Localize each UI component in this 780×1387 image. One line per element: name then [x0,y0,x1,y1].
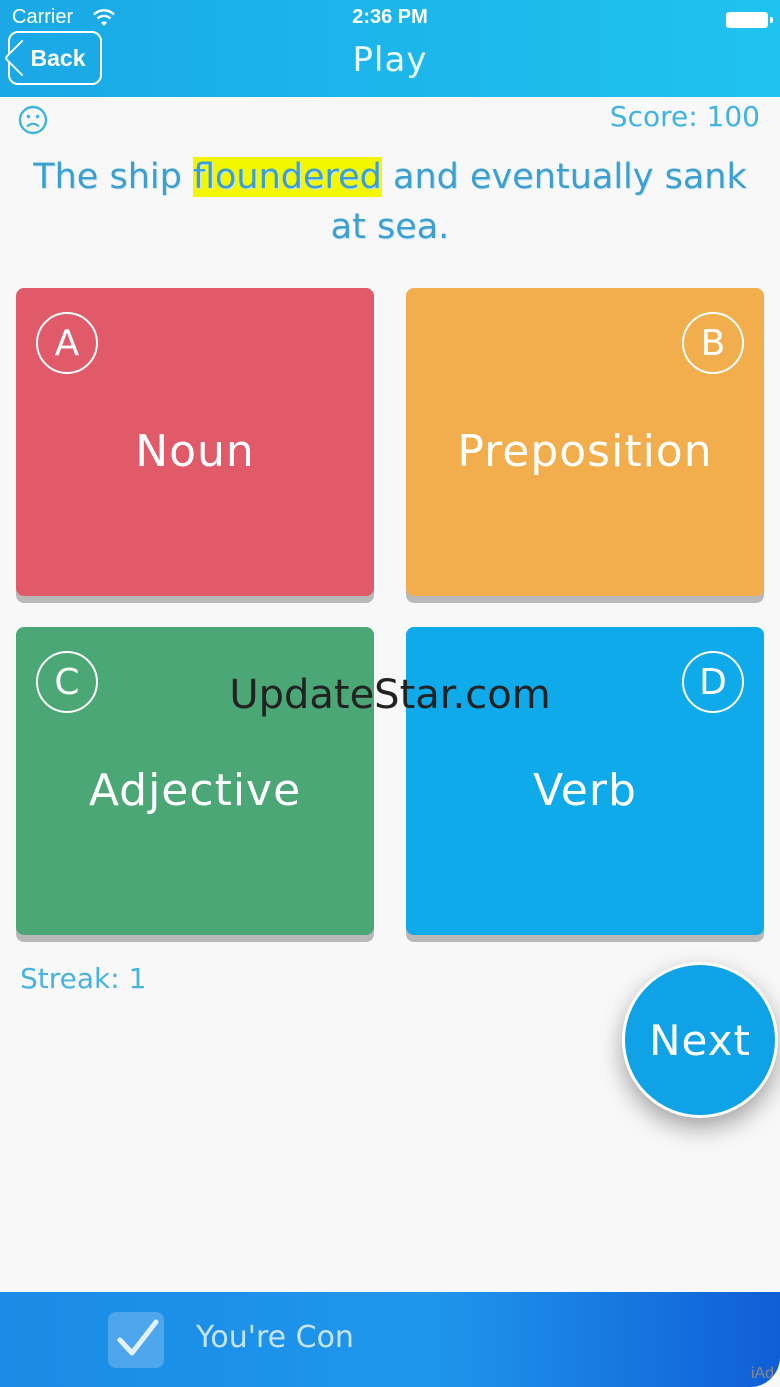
ad-banner[interactable]: You're Con iAd [0,1292,780,1387]
checkmark-icon [108,1312,164,1368]
option-word: Adjective [88,765,302,816]
navigation-bar: Carrier 2:36 PM Back Play [0,0,780,97]
battery-icon [726,12,773,28]
page-title: Play [352,40,428,80]
option-word: Preposition [457,426,713,477]
option-word: Verb [533,765,637,816]
watermark: UpdateStar.com [229,672,551,718]
score-label: Score: 100 [609,100,760,133]
question-sentence: The ship floundered and eventually sank … [20,152,760,252]
answer-option-b[interactable]: B Preposition [406,288,764,596]
answer-option-a[interactable]: A Noun [16,288,374,596]
next-button[interactable]: Next [622,962,778,1118]
sentence-start: The ship [33,157,193,197]
option-word: Noun [135,426,255,477]
sentence-end: and eventually sank at sea. [330,157,747,247]
clock: 2:36 PM [352,6,428,28]
streak-label: Streak: 1 [20,962,147,995]
option-letter-badge: B [682,312,744,374]
ad-text: You're Con [196,1320,354,1355]
sad-face-icon [18,105,48,135]
iad-badge: iAd [750,1365,774,1382]
option-letter-badge: A [36,312,98,374]
highlighted-word: floundered [192,157,382,197]
